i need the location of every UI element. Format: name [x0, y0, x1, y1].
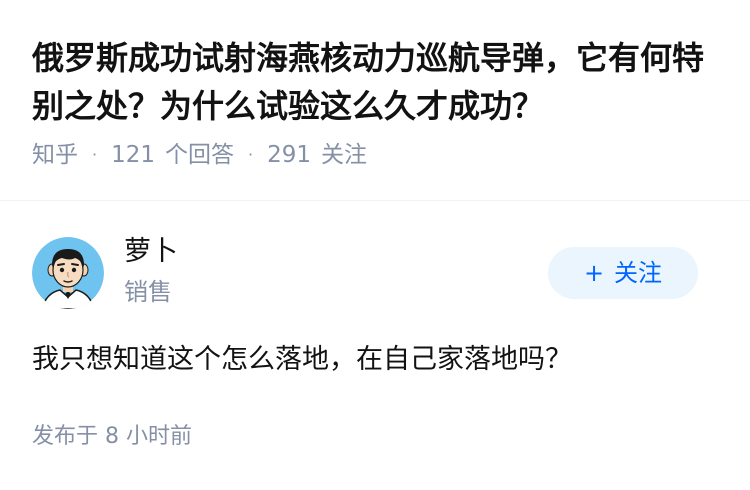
followers-label[interactable]: 关注: [321, 140, 367, 170]
author-info: 萝卜 销售 + 关注: [32, 235, 718, 309]
answers-count: 121: [111, 142, 155, 168]
followers-count: 291: [267, 142, 311, 168]
source-label[interactable]: 知乎: [32, 140, 78, 170]
publish-time: 发布于 8 小时前: [32, 424, 192, 449]
answers-label[interactable]: 个回答: [165, 140, 234, 170]
author-name[interactable]: 萝卜: [124, 235, 178, 269]
follow-button-label: 关注: [614, 259, 663, 287]
section-divider: [0, 200, 750, 201]
question-header: 俄罗斯成功试射海燕核动力巡航导弹，它有何特别之处？为什么试验这么久才成功？ 知乎…: [32, 34, 732, 170]
author-headline: 销售: [124, 278, 172, 306]
plus-icon: +: [583, 259, 605, 287]
question-title[interactable]: 俄罗斯成功试射海燕核动力巡航导弹，它有何特别之处？为什么试验这么久才成功？: [32, 34, 732, 130]
cartoon-person-avatar-icon: [32, 237, 104, 309]
avatar[interactable]: [32, 237, 104, 309]
follow-button[interactable]: + 关注: [548, 247, 698, 299]
answer-content[interactable]: 我只想知道这个怎么落地，在自己家落地吗？: [32, 340, 572, 380]
meta-separator: ·: [248, 145, 254, 164]
question-meta: 知乎 · 121 个回答 · 291 关注: [32, 140, 732, 170]
meta-separator: ·: [92, 145, 98, 164]
